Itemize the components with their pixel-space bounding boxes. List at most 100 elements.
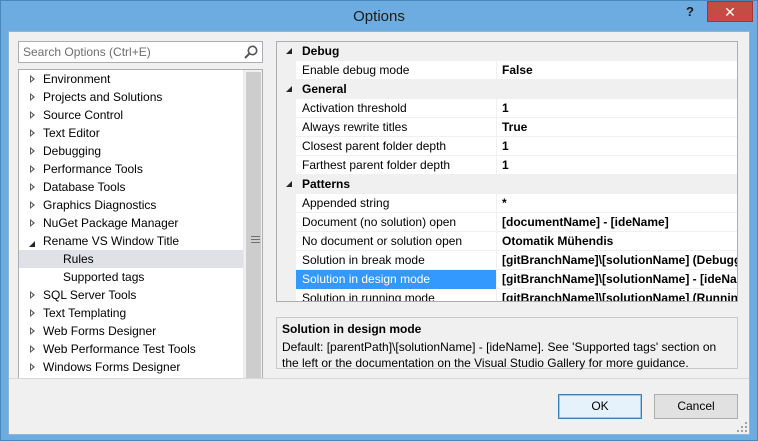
property-grid[interactable]: Debug Enable debug mode False General Activa… xyxy=(276,41,738,302)
property-name[interactable]: Enable debug mode xyxy=(296,61,496,80)
collapsed-arrow-icon[interactable] xyxy=(28,142,40,160)
grid-category[interactable]: Debug xyxy=(277,42,737,61)
expanded-arrow-icon[interactable] xyxy=(286,48,292,54)
tree-item[interactable]: Database Tools xyxy=(19,178,243,196)
property-value[interactable]: False xyxy=(497,61,737,80)
resize-grip-icon[interactable] xyxy=(737,422,747,432)
property-value[interactable]: [gitBranchName]\[solutionName] (Running)… xyxy=(497,289,737,301)
collapsed-arrow-icon[interactable] xyxy=(28,106,40,124)
grid-property-row[interactable]: Document (no solution) open [documentName… xyxy=(277,213,737,232)
tree-item-label: Text Editor xyxy=(43,126,100,140)
collapsed-arrow-icon[interactable] xyxy=(28,160,40,178)
grid-category[interactable]: General xyxy=(277,80,737,99)
ok-button[interactable]: OK xyxy=(558,394,642,419)
grid-gutter xyxy=(277,232,296,251)
tree-item[interactable]: Projects and Solutions xyxy=(19,88,243,106)
tree-item[interactable]: NuGet Package Manager xyxy=(19,214,243,232)
tree-item[interactable]: Text Editor xyxy=(19,124,243,142)
property-value[interactable]: Otomatik Mühendis xyxy=(497,232,737,251)
property-name[interactable]: Solution in design mode xyxy=(296,270,496,289)
collapsed-arrow-icon[interactable] xyxy=(28,124,40,142)
collapsed-arrow-icon[interactable] xyxy=(28,322,40,340)
tree-item[interactable]: Graphics Diagnostics xyxy=(19,196,243,214)
property-value[interactable]: 1 xyxy=(497,99,737,118)
collapsed-arrow-icon[interactable] xyxy=(28,70,40,88)
tree-item[interactable]: SQL Server Tools xyxy=(19,286,243,304)
property-value[interactable]: [gitBranchName]\[solutionName] - [ideNam… xyxy=(497,270,737,289)
tree-item[interactable]: Supported tags xyxy=(19,268,243,286)
property-description: Solution in design mode Default: [parent… xyxy=(276,317,738,370)
grid-property-row[interactable]: Solution in design mode [gitBranchName]\[… xyxy=(277,270,737,289)
tree-item-label: Web Forms Designer xyxy=(43,324,157,338)
property-name[interactable]: Appended string xyxy=(296,194,496,213)
grid-gutter xyxy=(277,156,296,175)
grid-property-row[interactable]: Activation threshold 1 xyxy=(277,99,737,118)
grid-property-row[interactable]: Always rewrite titles True xyxy=(277,118,737,137)
collapsed-arrow-icon[interactable] xyxy=(28,340,40,358)
tree-scrollbar[interactable] xyxy=(243,70,262,378)
grid-gutter xyxy=(277,251,296,270)
grid-property-row[interactable]: Farthest parent folder depth 1 xyxy=(277,156,737,175)
tree-item[interactable]: Source Control xyxy=(19,106,243,124)
grid-gutter xyxy=(277,194,296,213)
grid-property-row[interactable]: Appended string * xyxy=(277,194,737,213)
tree-item[interactable]: Web Forms Designer xyxy=(19,322,243,340)
tree-item-label: Rules xyxy=(63,252,94,266)
collapsed-arrow-icon[interactable] xyxy=(28,196,40,214)
property-value[interactable]: * xyxy=(497,194,737,213)
property-name[interactable]: Solution in break mode xyxy=(296,251,496,270)
property-name[interactable]: No document or solution open xyxy=(296,232,496,251)
tree-item-label: NuGet Package Manager xyxy=(43,216,179,230)
expanded-arrow-icon[interactable] xyxy=(286,181,292,187)
property-name[interactable]: Farthest parent folder depth xyxy=(296,156,496,175)
grid-gutter xyxy=(277,289,296,301)
tree-item[interactable]: Rename VS Window Title xyxy=(19,232,243,250)
grid-property-row[interactable]: Closest parent folder depth 1 xyxy=(277,137,737,156)
grid-property-row[interactable]: Solution in running mode [gitBranchName]\… xyxy=(277,289,737,301)
property-name[interactable]: Activation threshold xyxy=(296,99,496,118)
grid-property-row[interactable]: Solution in break mode [gitBranchName]\[s… xyxy=(277,251,737,270)
property-value[interactable]: True xyxy=(497,118,737,137)
property-name[interactable]: Closest parent folder depth xyxy=(296,137,496,156)
collapsed-arrow-icon[interactable] xyxy=(28,214,40,232)
collapsed-arrow-icon[interactable] xyxy=(28,286,40,304)
property-value[interactable]: [documentName] - [ideName] xyxy=(497,213,737,232)
expanded-arrow-icon[interactable] xyxy=(286,86,292,92)
close-button[interactable]: ✕ xyxy=(707,1,753,22)
tree-item[interactable]: Performance Tools xyxy=(19,160,243,178)
cancel-button[interactable]: Cancel xyxy=(654,394,738,419)
tree-item[interactable]: Windows Forms Designer xyxy=(19,358,243,376)
property-name[interactable]: Document (no solution) open xyxy=(296,213,496,232)
help-button[interactable]: ? xyxy=(677,2,703,22)
tree-item[interactable]: Debugging xyxy=(19,142,243,160)
property-value[interactable]: 1 xyxy=(497,156,737,175)
collapsed-arrow-icon[interactable] xyxy=(28,88,40,106)
property-name[interactable]: Always rewrite titles xyxy=(296,118,496,137)
tree-item-label: Web Performance Test Tools xyxy=(43,342,196,356)
tree-item-label: Projects and Solutions xyxy=(43,90,163,104)
magnifier-icon xyxy=(244,45,258,59)
tree-item[interactable]: Text Templating xyxy=(19,304,243,322)
grid-gutter xyxy=(277,118,296,137)
property-value[interactable]: 1 xyxy=(497,137,737,156)
tree-scrollbar-thumb[interactable] xyxy=(246,72,261,378)
property-grid-rows: Debug Enable debug mode False General Activa… xyxy=(277,42,737,301)
property-name[interactable]: Solution in running mode xyxy=(296,289,496,301)
grid-gutter xyxy=(277,137,296,156)
search-box[interactable] xyxy=(18,41,263,63)
collapsed-arrow-icon[interactable] xyxy=(28,358,40,376)
collapsed-arrow-icon[interactable] xyxy=(28,304,40,322)
grid-category[interactable]: Patterns xyxy=(277,175,737,194)
tree-item[interactable]: Rules xyxy=(19,250,243,268)
title-bar[interactable]: Options ? ✕ xyxy=(1,1,757,31)
expanded-arrow-icon[interactable] xyxy=(28,232,40,250)
collapsed-arrow-icon[interactable] xyxy=(28,178,40,196)
tree-item[interactable]: Environment xyxy=(19,70,243,88)
property-value[interactable]: [gitBranchName]\[solutionName] (Debuggin… xyxy=(497,251,737,270)
grid-property-row[interactable]: Enable debug mode False xyxy=(277,61,737,80)
options-tree[interactable]: Environment Projects and Solutions Source … xyxy=(18,69,263,379)
grid-property-row[interactable]: No document or solution open Otomatik Müh… xyxy=(277,232,737,251)
search-input[interactable] xyxy=(19,42,239,62)
grid-gutter xyxy=(277,99,296,118)
tree-item[interactable]: Web Performance Test Tools xyxy=(19,340,243,358)
